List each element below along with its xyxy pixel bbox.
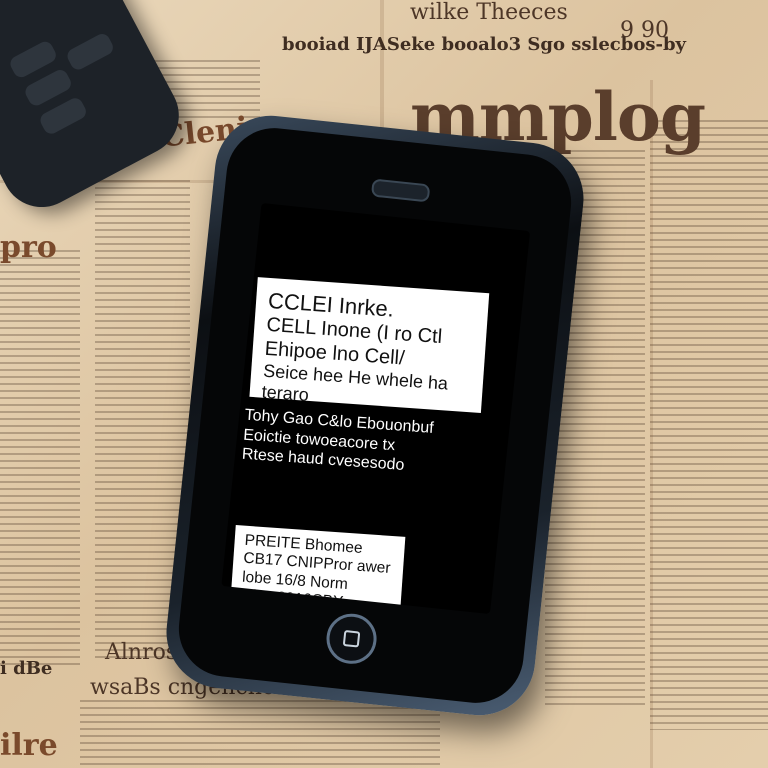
cell-phone: CCLEI Inrke. CELL Inone (I ro Ctl Ehipoe… bbox=[160, 110, 590, 721]
bottom-card-line: Ehonte SLDIVE6 2BDN8 bbox=[238, 605, 390, 614]
paper-fold bbox=[650, 80, 653, 768]
newspaper-top-line: wilke Theeces bbox=[410, 0, 568, 25]
remote-key bbox=[64, 31, 116, 73]
speaker-grille bbox=[370, 178, 431, 203]
home-button[interactable] bbox=[324, 611, 380, 667]
top-text-card: CCLEI Inrke. CELL Inone (I ro Ctl Ehipoe… bbox=[249, 277, 490, 413]
newspaper-column bbox=[650, 120, 768, 730]
screen-middle-text: Tohy Gao C&lo Ebouonbuf Eoictie towoeaco… bbox=[241, 406, 434, 478]
home-square-icon bbox=[342, 629, 361, 648]
newspaper-left-small: pro bbox=[0, 230, 57, 265]
newspaper-bottom-corner: ilre bbox=[0, 728, 58, 763]
newspaper-column bbox=[80, 700, 440, 768]
newspaper-left-mid: i dBe bbox=[0, 658, 53, 679]
bottom-text-card: PREITE Bhomee CB17 CNIPPror awer lobe 16… bbox=[227, 525, 406, 615]
photo-scene: wilke Theeces 9 90 booiad IJASeke booalo… bbox=[0, 0, 768, 768]
newspaper-column bbox=[0, 250, 80, 670]
newspaper-second-line: booiad IJASeke booalo3 Sgo sslecbos-by bbox=[282, 34, 687, 55]
phone-screen: CCLEI Inrke. CELL Inone (I ro Ctl Ehipoe… bbox=[221, 202, 531, 615]
phone-face: CCLEI Inrke. CELL Inone (I ro Ctl Ehipoe… bbox=[174, 123, 576, 708]
